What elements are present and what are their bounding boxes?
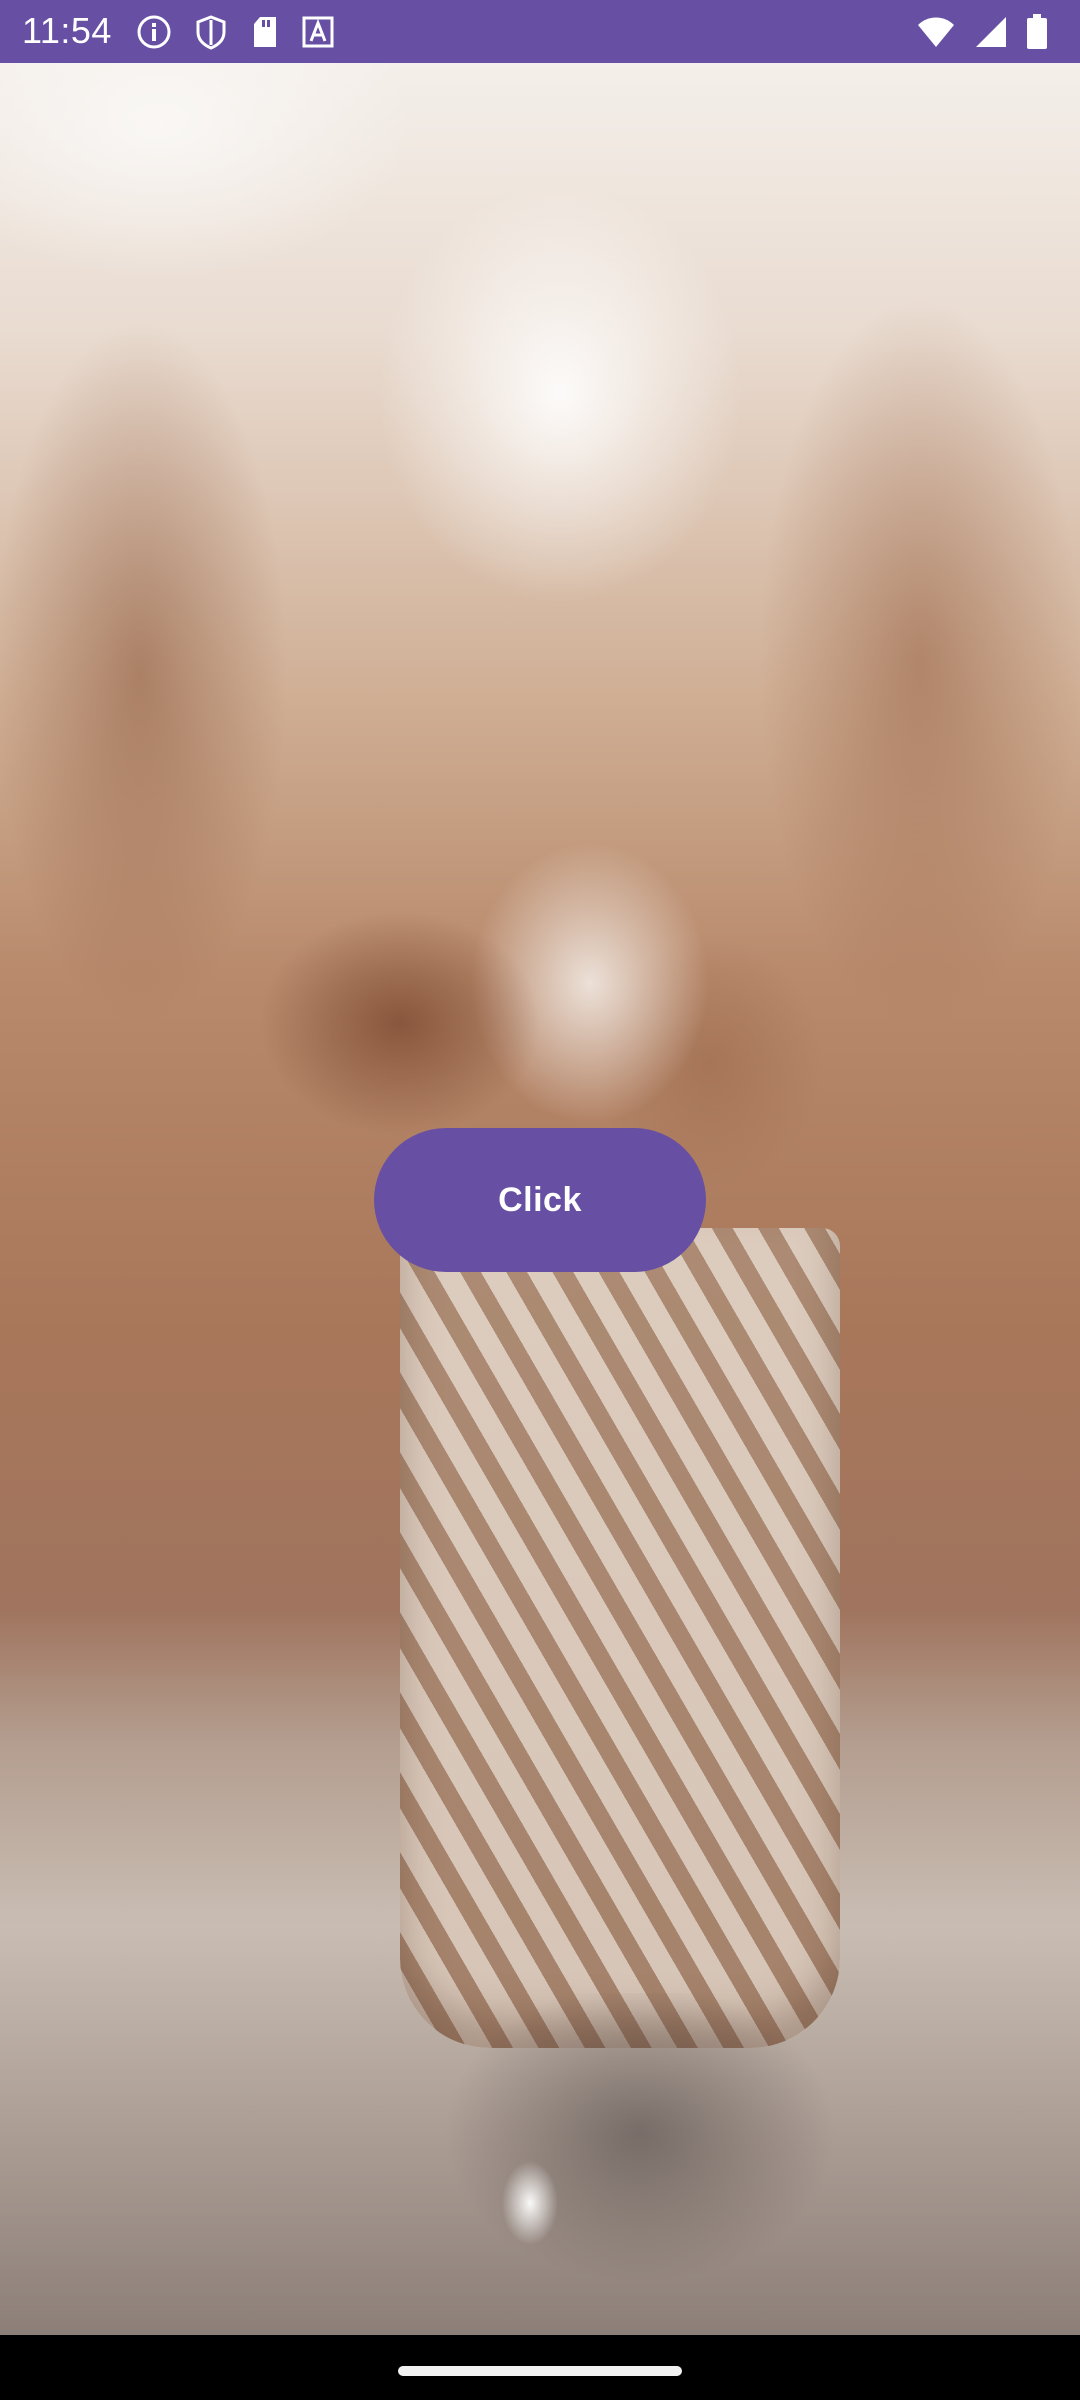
status-notification-icons [136,12,334,52]
font-a-icon [302,16,334,48]
click-button[interactable]: Click [374,1128,706,1272]
sd-card-icon [250,14,280,50]
battery-icon [1026,14,1048,50]
shield-icon [194,14,228,50]
status-time: 11:54 [22,10,112,51]
woven-basket [400,1228,840,2048]
light-sparkle [490,2143,570,2263]
status-bar: 11:54 [0,0,1080,63]
wifi-icon [916,15,956,49]
status-system-icons [916,12,1048,52]
basket-shadow [380,1993,900,2335]
info-icon [136,14,172,50]
gesture-handle[interactable] [398,2366,682,2376]
signal-icon [974,15,1008,49]
